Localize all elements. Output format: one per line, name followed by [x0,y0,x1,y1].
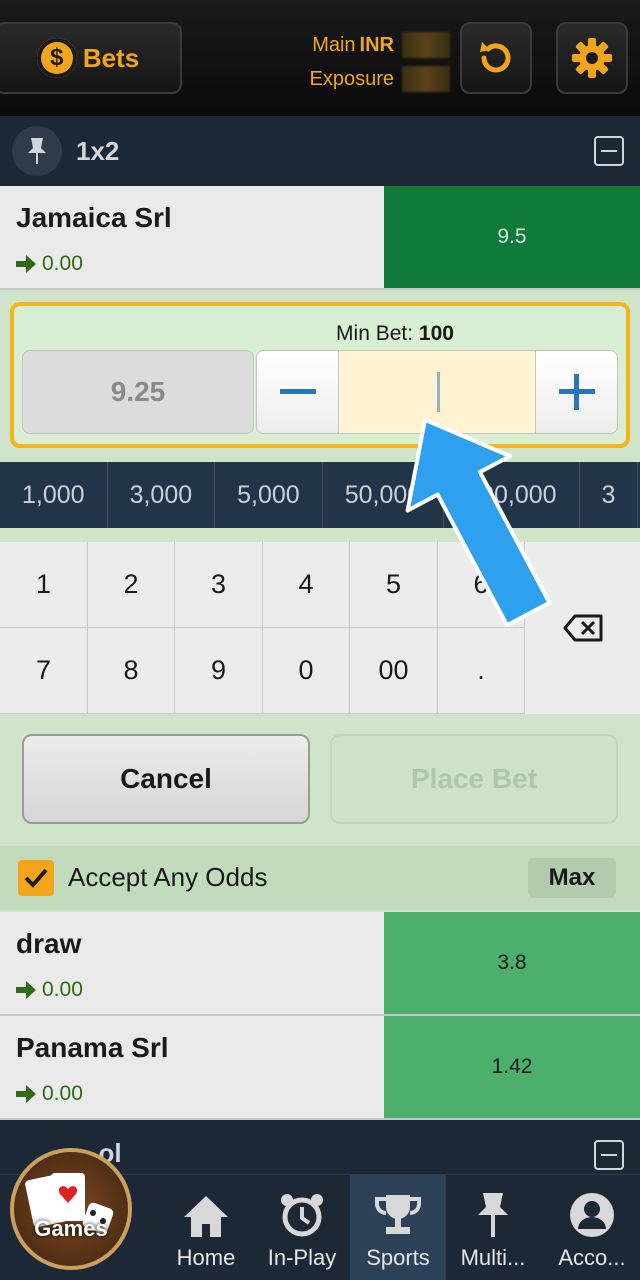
min-bet: Min Bet: 100 [14,322,626,346]
market-title: 1x2 [76,135,120,166]
pin-icon [28,138,46,164]
runner-name: Panama Srl [16,1032,169,1063]
runner-name: draw [16,928,82,959]
nav-account[interactable]: Acco... [544,1175,640,1280]
nav-label: In-Play [267,1245,337,1270]
plus-icon [558,374,595,410]
quick-stake-button[interactable]: 1,000 [0,462,108,528]
market-header: 1x2 [0,116,640,186]
accept-odds-label: Accept Any Odds [68,862,268,892]
nav-in-play[interactable]: In-Play [254,1175,350,1280]
nav-label: Home [176,1245,236,1270]
odds-cell[interactable]: 1.42 [384,1016,640,1118]
nav-label: Acco... [558,1245,626,1270]
max-button[interactable]: Max [528,858,616,898]
key-3[interactable]: 3 [175,542,263,628]
key-2[interactable]: 2 [88,542,175,628]
arrow-right-icon [16,255,36,273]
runner-pl: 0.00 [16,252,83,276]
nav-label: Sports [366,1245,430,1270]
minimize-button[interactable] [594,136,624,166]
top-bar: $ Bets Main INR Exposure [0,0,640,116]
pointer-arrow-icon [405,417,552,628]
nav-sports[interactable]: Sports [350,1175,446,1280]
clock-icon [281,1194,323,1237]
text-caret [436,372,440,412]
key-4[interactable]: 4 [263,542,350,628]
nav-home[interactable]: Home [160,1175,252,1280]
balance-info: Main INR Exposure [309,28,450,96]
arrow-right-icon [16,981,36,999]
exposure-hidden [402,66,450,92]
runner-pl-value: 0.00 [42,252,83,275]
cancel-button[interactable]: Cancel [22,734,310,824]
accept-any-odds-row: Accept Any Odds Max [0,846,640,910]
runner-pl-value: 0.00 [42,978,83,1001]
checkmark-icon [24,868,48,888]
odds-value: 3.8 [497,951,527,974]
minimize-button[interactable] [594,1140,624,1170]
runner-pl-value: 0.00 [42,1082,83,1105]
runner-row: draw 0.00 3.8 [0,912,640,1016]
refresh-icon [480,42,511,73]
runner-row: Panama Srl 0.00 1.42 [0,1016,640,1120]
runner-row: Jamaica Srl 0.00 9.5 [0,186,640,290]
odds-cell[interactable]: 9.5 [384,186,640,288]
quick-stake-button[interactable]: 3 [580,462,639,528]
currency-label: INR [359,34,394,56]
bets-label: Bets [82,42,140,73]
quick-stake-button[interactable]: 5,000 [215,462,323,528]
min-bet-value: 100 [418,322,454,345]
nav-label: Multi... [460,1245,526,1270]
main-balance-hidden [402,32,450,58]
screen: { "header": { "bets_label": "Bets", "mai… [0,0,640,1280]
accept-odds-checkbox[interactable] [18,860,54,896]
odds-input-value: 9.25 [110,376,166,407]
odds-input[interactable]: 9.25 [22,350,254,434]
games-button[interactable]: Games [10,1148,132,1270]
runner-name: Jamaica Srl [16,202,172,233]
key-7[interactable]: 7 [0,628,88,714]
arrow-right-icon [16,1085,36,1103]
pin-icon [478,1193,508,1237]
key-9[interactable]: 9 [175,628,263,714]
exposure-label: Exposure [309,68,395,90]
key-8[interactable]: 8 [88,628,175,714]
place-bet-button[interactable]: Place Bet [330,734,618,824]
home-icon [184,1196,228,1237]
decrease-button[interactable] [257,351,339,433]
min-bet-label: Min Bet: [336,322,414,345]
games-label: Games [34,1216,108,1241]
quick-stake-button[interactable]: 3,000 [108,462,216,528]
trophy-icon [375,1195,421,1234]
bets-button[interactable]: $ Bets [0,22,182,94]
user-icon [570,1193,614,1237]
minus-icon [279,389,316,394]
key-1[interactable]: 1 [0,542,88,628]
pin-button[interactable] [12,126,62,176]
refresh-button[interactable] [460,22,532,94]
odds-value: 9.5 [497,225,527,248]
runner-pl: 0.00 [16,978,83,1002]
odds-value: 1.42 [491,1055,533,1078]
coin-icon: $ [36,38,77,78]
gear-icon [572,38,612,78]
key-0[interactable]: 0 [263,628,350,714]
main-label: Main [312,34,356,56]
runner-pl: 0.00 [16,1082,83,1106]
odds-cell[interactable]: 3.8 [384,912,640,1014]
settings-button[interactable] [556,22,628,94]
nav-multi[interactable]: Multi... [446,1175,540,1280]
